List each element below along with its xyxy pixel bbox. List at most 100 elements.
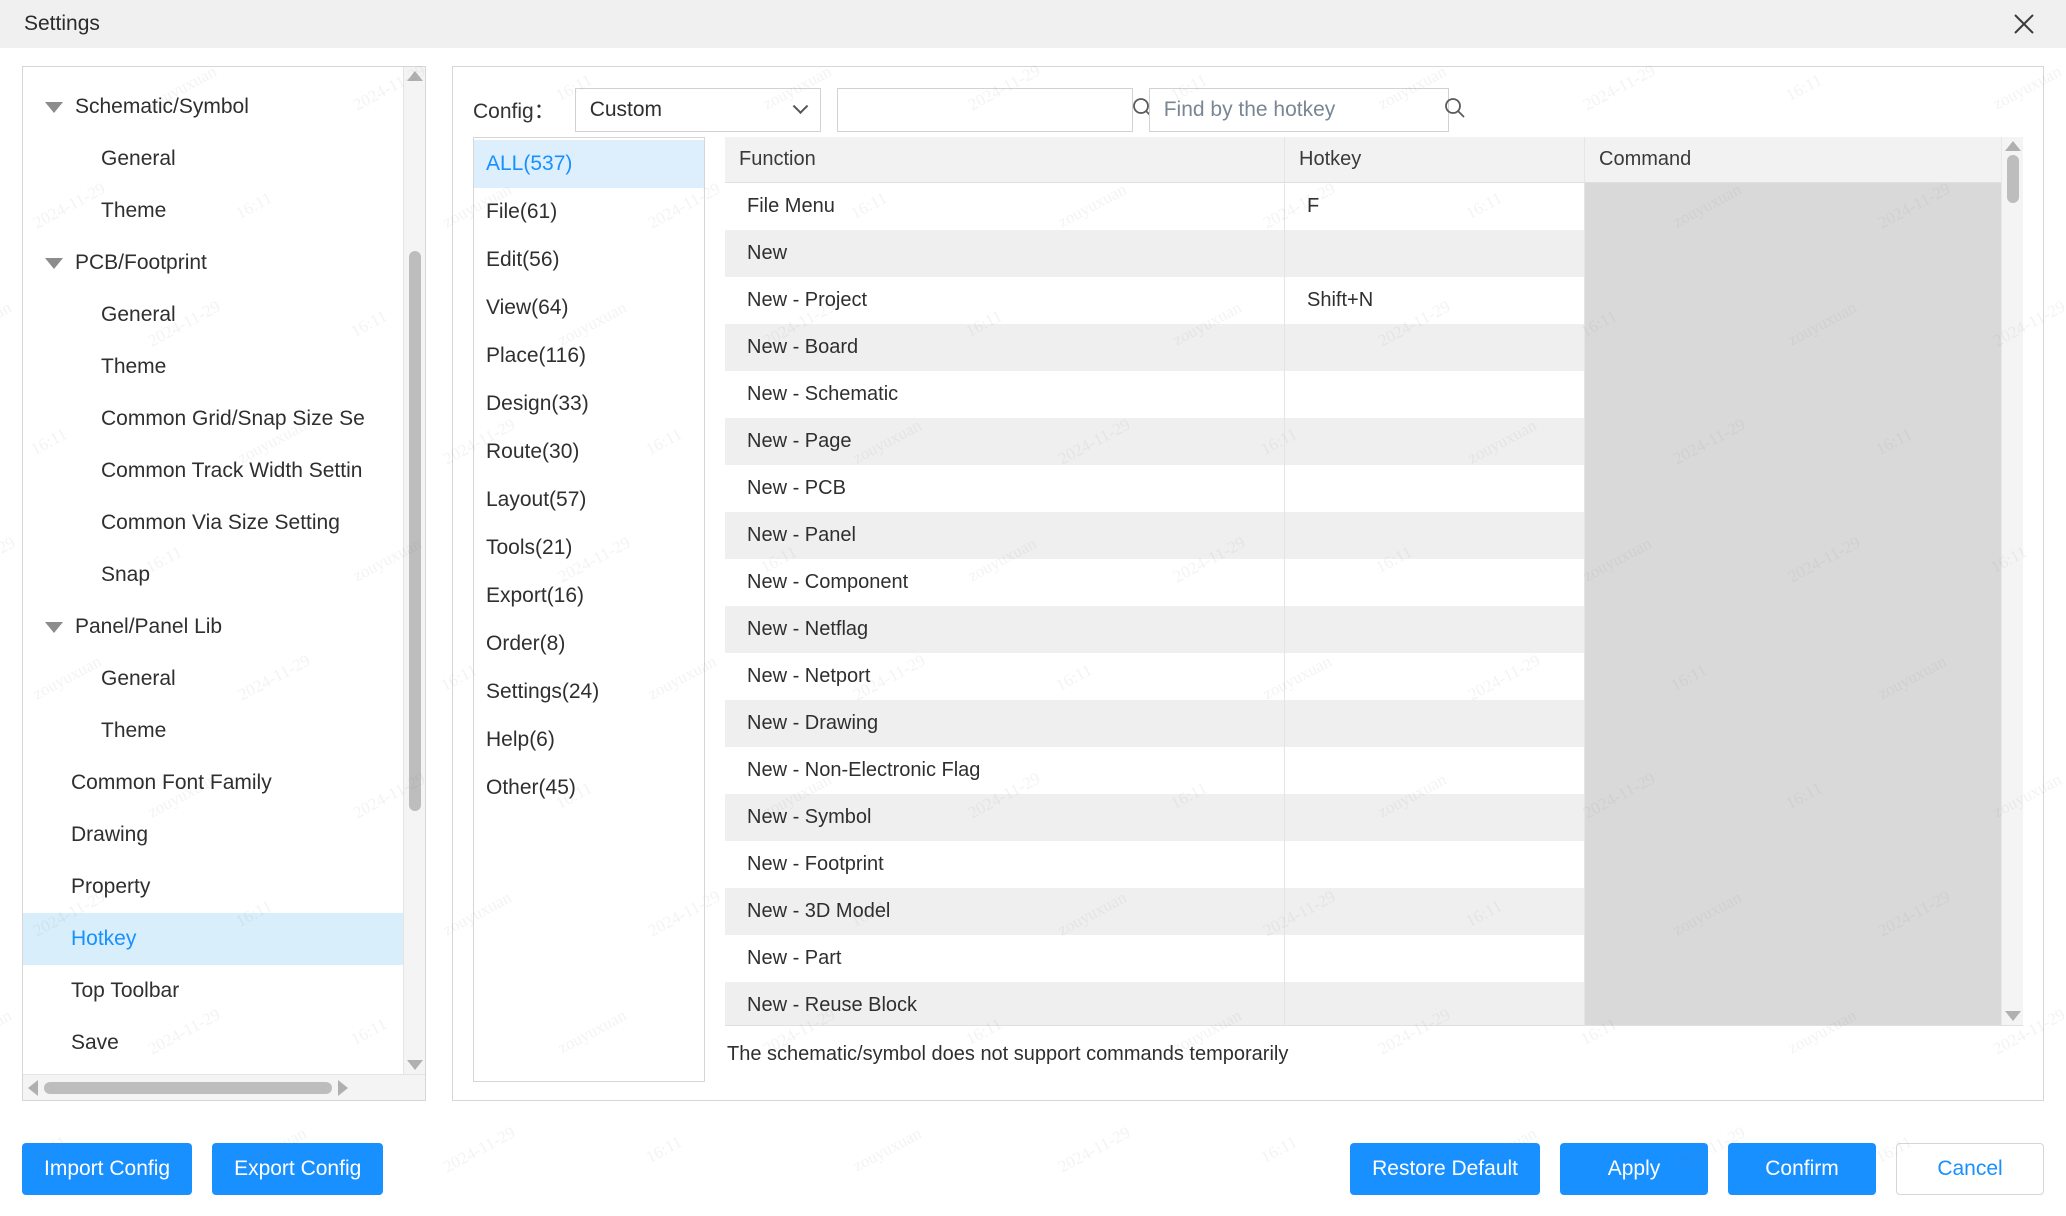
sidebar-scroll-thumb[interactable] [408,251,421,811]
sidebar-item-theme[interactable]: Theme [23,185,403,237]
table-row[interactable]: New - Non-Electronic Flag [725,747,2001,794]
cell-function[interactable]: New - Part [725,935,1285,982]
category-item-place[interactable]: Place(116) [474,332,704,380]
scroll-up-arrow-icon[interactable] [406,71,423,81]
cell-function[interactable]: New - Panel [725,512,1285,559]
cancel-button[interactable]: Cancel [1896,1142,2044,1195]
cell-hotkey[interactable]: F [1285,183,1585,230]
import-config-button[interactable]: Import Config [22,1142,193,1195]
table-scroll-track[interactable] [2002,151,2023,1011]
sidebar-item-top-toolbar[interactable]: Top Toolbar [23,965,403,1017]
sidebar-item-common-font-family[interactable]: Common Font Family [23,757,403,809]
table-row[interactable]: New - Footprint [725,841,2001,888]
category-item-settings[interactable]: Settings(24) [474,668,704,716]
category-item-view[interactable]: View(64) [474,284,704,332]
function-search-box[interactable] [836,88,1153,132]
cell-function[interactable]: New - Drawing [725,700,1285,747]
hotkey-search-input[interactable] [1163,98,1435,122]
scroll-left-arrow-icon[interactable] [28,1079,38,1096]
table-row[interactable]: New - Component [725,559,2001,606]
restore-default-button[interactable]: Restore Default [1350,1142,1540,1195]
cell-function[interactable]: New - Board [725,324,1285,371]
table-row[interactable]: File Menu F [725,183,2001,230]
table-row[interactable]: New - 3D Model [725,888,2001,935]
category-item-all[interactable]: ALL(537) [474,140,704,188]
category-item-help[interactable]: Help(6) [474,716,704,764]
category-item-route[interactable]: Route(30) [474,428,704,476]
caret-down-icon[interactable] [45,621,63,633]
sidebar-item-property[interactable]: Property [23,861,403,913]
column-header-hotkey[interactable]: Hotkey [1285,137,1585,182]
sidebar-item-general[interactable]: General [23,289,403,341]
table-row[interactable]: New - Project Shift+N [725,277,2001,324]
table-scroll-thumb[interactable] [2006,155,2019,203]
column-header-function[interactable]: Function [725,137,1285,182]
cell-hotkey[interactable] [1285,559,1585,606]
sidebar-item-common-grid-snap-size-se[interactable]: Common Grid/Snap Size Se [23,393,403,445]
cell-function[interactable]: New - Footprint [725,841,1285,888]
cell-function[interactable]: New - Project [725,277,1285,324]
category-item-other[interactable]: Other(45) [474,764,704,812]
cell-function[interactable]: New - Schematic [725,371,1285,418]
cell-hotkey[interactable] [1285,606,1585,653]
category-item-order[interactable]: Order(8) [474,620,704,668]
sidebar-item-common-via-size-setting[interactable]: Common Via Size Setting [23,497,403,549]
apply-button[interactable]: Apply [1560,1142,1708,1195]
cell-hotkey[interactable] [1285,700,1585,747]
sidebar-scroll-track[interactable] [404,81,425,1060]
table-row[interactable]: New - Drawing [725,700,2001,747]
cell-function[interactable]: New - Page [725,418,1285,465]
cell-function[interactable]: New - Component [725,559,1285,606]
sidebar-item-theme[interactable]: Theme [23,341,403,393]
cell-hotkey[interactable] [1285,888,1585,935]
category-item-layout[interactable]: Layout(57) [474,476,704,524]
table-vertical-scrollbar[interactable] [2001,137,2023,1025]
table-row[interactable]: New - Netport [725,653,2001,700]
cell-function[interactable]: New - 3D Model [725,888,1285,935]
cell-function[interactable]: New - Reuse Block [725,982,1285,1025]
cell-function[interactable]: New - Symbol [725,794,1285,841]
category-item-export[interactable]: Export(16) [474,572,704,620]
cell-hotkey[interactable] [1285,794,1585,841]
sidebar-item-pcb-footprint[interactable]: PCB/Footprint [23,237,403,289]
cell-hotkey[interactable] [1285,747,1585,794]
table-row[interactable]: New - Reuse Block [725,982,2001,1025]
hotkey-search-box[interactable] [1148,88,1465,132]
category-item-tools[interactable]: Tools(21) [474,524,704,572]
cell-hotkey[interactable] [1285,982,1585,1025]
cell-function[interactable]: New - Non-Electronic Flag [725,747,1285,794]
scroll-right-arrow-icon[interactable] [338,1079,348,1096]
scroll-down-arrow-icon[interactable] [2004,1011,2021,1021]
config-select[interactable]: Custom [574,88,821,132]
close-icon[interactable] [2004,4,2044,44]
export-config-button[interactable]: Export Config [212,1142,384,1195]
caret-down-icon[interactable] [45,101,63,113]
cell-hotkey[interactable] [1285,418,1585,465]
cell-hotkey[interactable] [1285,935,1585,982]
cell-hotkey[interactable] [1285,230,1585,277]
scroll-down-arrow-icon[interactable] [406,1060,423,1070]
cell-hotkey[interactable] [1285,512,1585,559]
table-row[interactable]: New - Symbol [725,794,2001,841]
sidebar-horizontal-scrollbar[interactable] [23,1074,425,1100]
sidebar-hscroll-thumb[interactable] [44,1081,332,1094]
cell-hotkey[interactable] [1285,841,1585,888]
cell-function[interactable]: New [725,230,1285,277]
confirm-button[interactable]: Confirm [1728,1142,1876,1195]
scroll-up-arrow-icon[interactable] [2004,141,2021,151]
sidebar-item-theme[interactable]: Theme [23,705,403,757]
cell-function[interactable]: File Menu [725,183,1285,230]
table-row[interactable]: New - Page [725,418,2001,465]
sidebar-item-drawing[interactable]: Drawing [23,809,403,861]
sidebar-item-schematic-symbol[interactable]: Schematic/Symbol [23,81,403,133]
cell-function[interactable]: New - PCB [725,465,1285,512]
sidebar-item-general[interactable]: General [23,133,403,185]
sidebar-item-general[interactable]: General [23,653,403,705]
table-row[interactable]: New - Schematic [725,371,2001,418]
function-search-input[interactable] [851,98,1123,122]
table-row[interactable]: New - Part [725,935,2001,982]
category-item-file[interactable]: File(61) [474,188,704,236]
cell-hotkey[interactable] [1285,324,1585,371]
table-row[interactable]: New - Panel [725,512,2001,559]
sidebar-item-hotkey[interactable]: Hotkey [23,913,403,965]
